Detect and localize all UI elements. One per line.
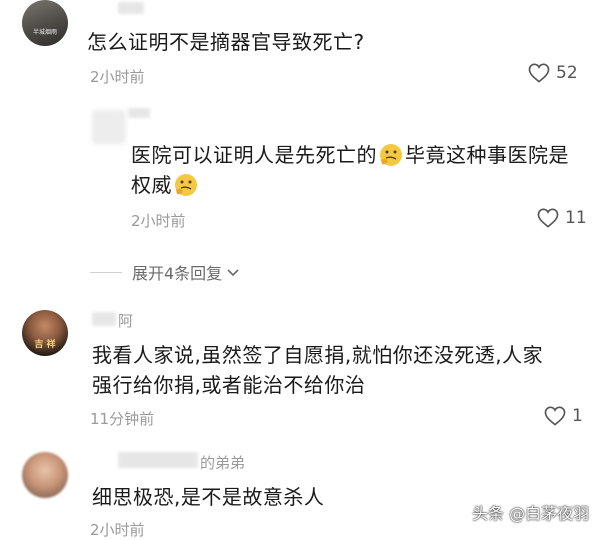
- reply-time: 2小时前: [131, 212, 186, 230]
- like-count: 11: [565, 208, 587, 228]
- heart-icon: [544, 406, 566, 426]
- watermark: 头条 @白茅夜羽: [472, 504, 590, 523]
- reply-text: 医院可以证明人是先死亡的 毕竟这种事医院是 权威: [131, 142, 569, 198]
- username-blurred: [118, 452, 198, 468]
- comment-text: 细思极恐,是不是故意杀人: [92, 485, 325, 509]
- comment-text: 我看人家说,虽然签了自愿捐,就怕你还没死透,人家 强行给你捐,或者能治不给你治: [92, 343, 544, 397]
- thinking-emoji-icon: [173, 172, 199, 198]
- chevron-down-icon: [226, 263, 240, 282]
- username-blurred: [118, 2, 144, 14]
- comment-username[interactable]: 阿: [118, 310, 133, 331]
- username-blurred: [92, 312, 116, 326]
- avatar[interactable]: 吉 祥: [22, 310, 68, 356]
- like-button[interactable]: 52: [528, 63, 578, 83]
- divider: [90, 271, 122, 273]
- avatar-caption: 吉 祥: [34, 340, 56, 350]
- reply-username-blurred: [128, 108, 150, 118]
- heart-icon: [537, 208, 559, 228]
- comment-time: 2小时前: [90, 521, 145, 539]
- expand-replies-button[interactable]: 展开4条回复: [90, 260, 240, 284]
- comment-text: 怎么证明不是摘器官导致死亡?: [87, 30, 365, 54]
- comment-time: 2小时前: [90, 68, 145, 86]
- avatar[interactable]: [22, 452, 68, 498]
- avatar-caption: 半城烟雨: [32, 29, 57, 36]
- expand-label: 展开4条回复: [132, 264, 223, 283]
- thinking-emoji-icon: [378, 142, 404, 168]
- heart-icon: [528, 63, 550, 83]
- reply-avatar[interactable]: [92, 110, 126, 144]
- reply-like-button[interactable]: 11: [537, 208, 587, 228]
- comment-username[interactable]: 的弟弟: [200, 452, 245, 473]
- like-count: 52: [556, 63, 578, 83]
- avatar[interactable]: 半城烟雨: [22, 0, 68, 46]
- like-count: 1: [572, 406, 583, 426]
- like-button[interactable]: 1: [544, 406, 583, 426]
- comment-time: 11分钟前: [90, 410, 155, 428]
